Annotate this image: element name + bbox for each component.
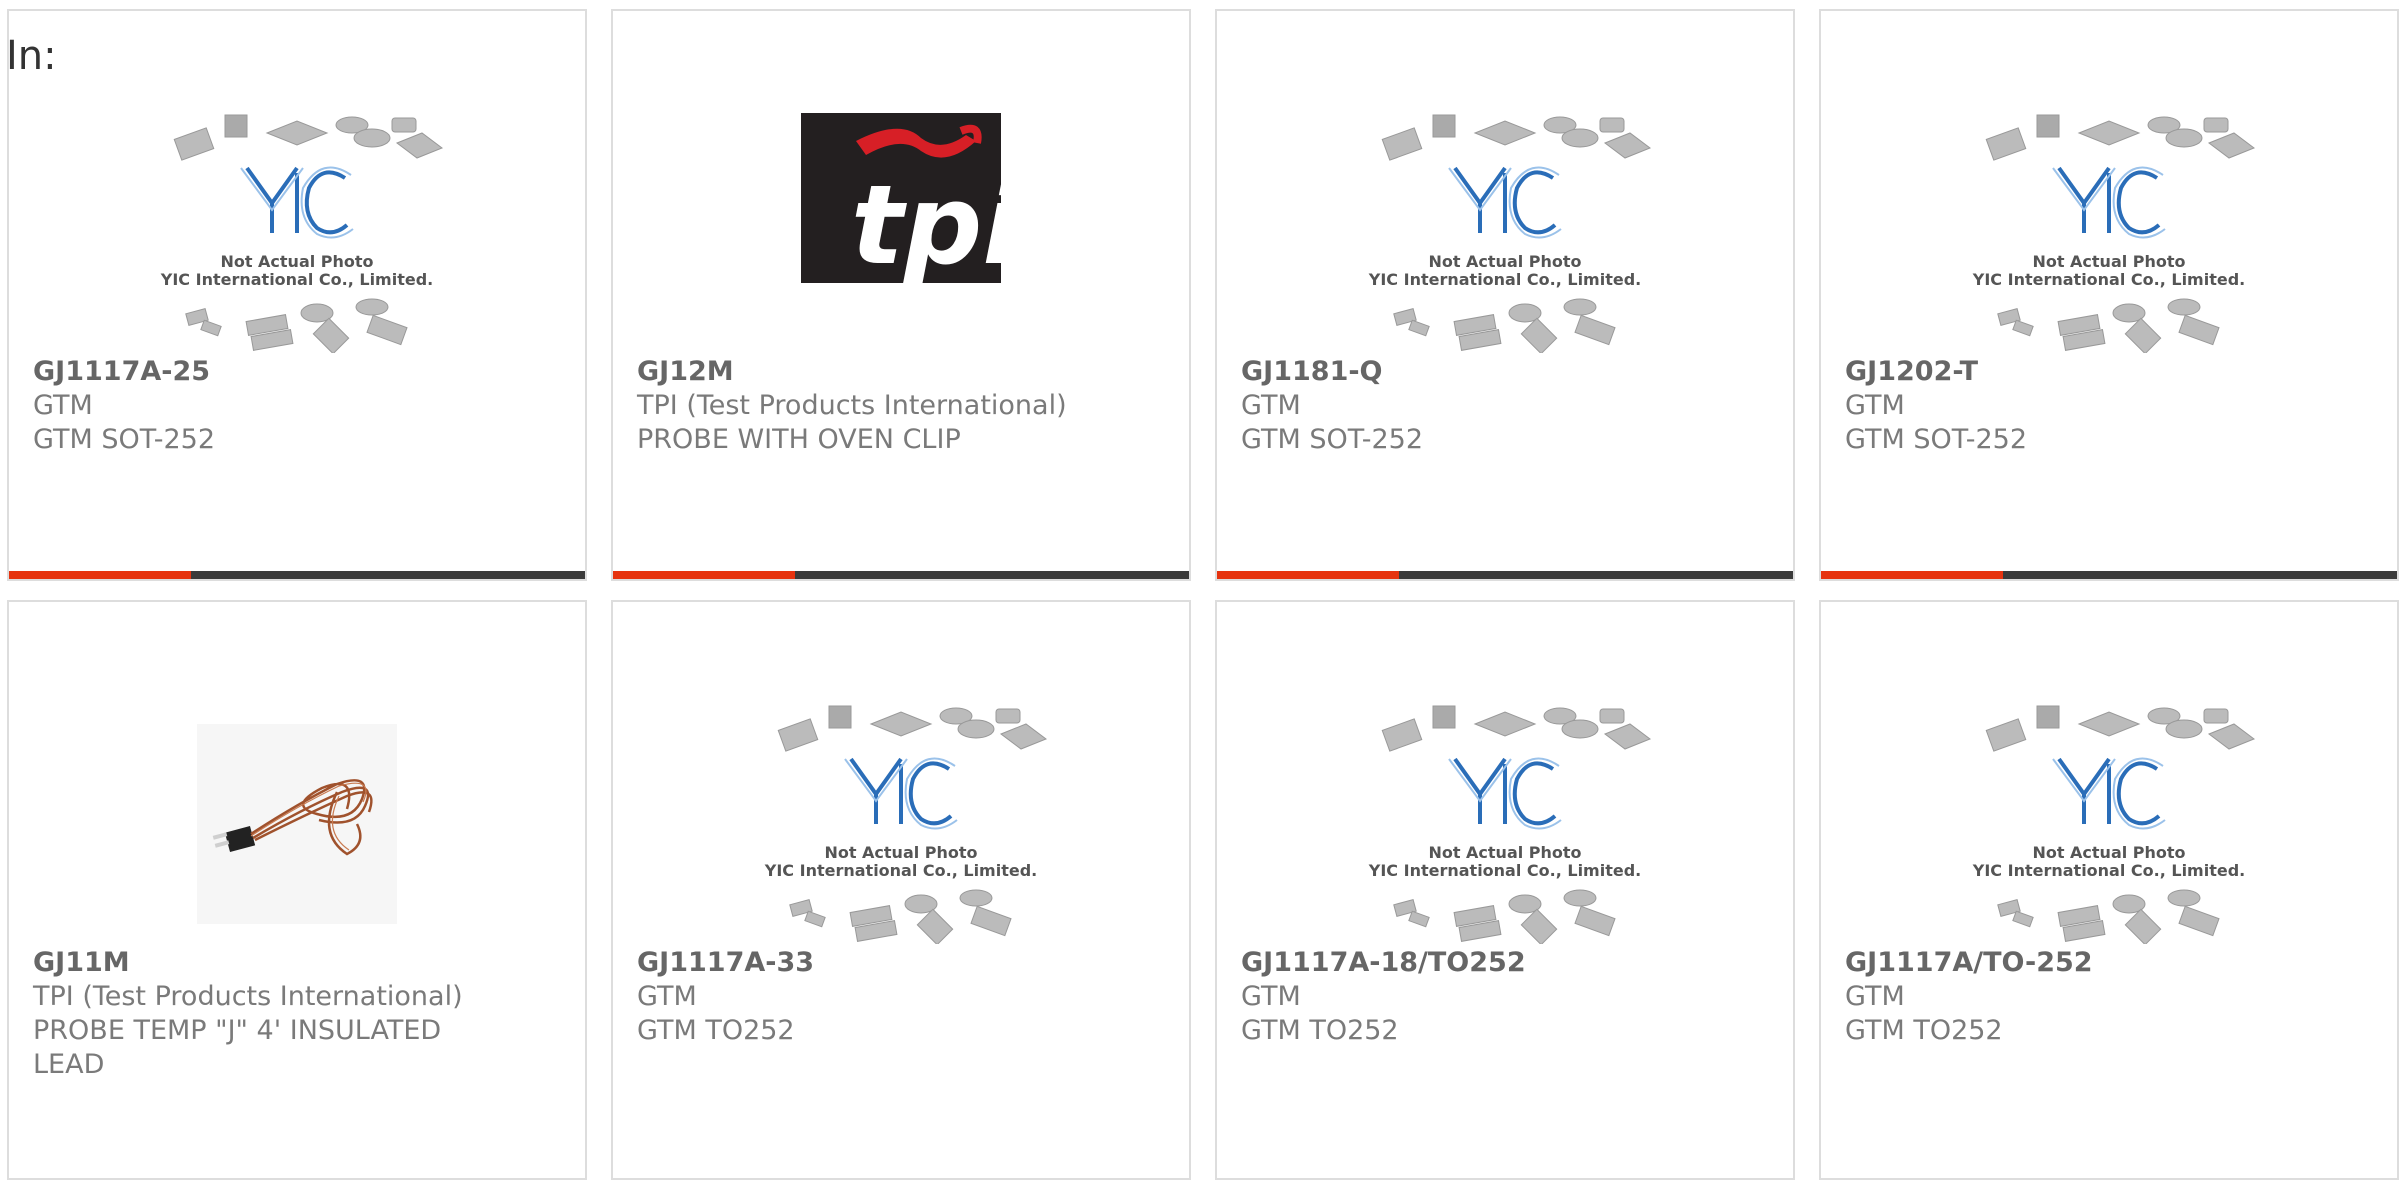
part-number-link[interactable]: GJ1117A-33	[637, 946, 1169, 980]
yic-placeholder-image: Not Actual Photo YIC International Co., …	[1368, 705, 1652, 944]
placeholder-caption-1: Not Actual Photo	[1428, 843, 1581, 862]
probe-photo-image	[197, 724, 397, 924]
card-bottom-bar	[1821, 571, 2397, 579]
manufacturer: TPI (Test Products International)	[33, 981, 463, 1012]
yic-placeholder-image: Not Actual Photo YIC International Co., …	[160, 114, 444, 353]
placeholder-caption-1: Not Actual Photo	[2032, 843, 2185, 862]
product-card[interactable]: Not Actual Photo YIC International Co., …	[1819, 600, 2399, 1180]
description: GTM TO252	[637, 1015, 795, 1046]
description: GTM SOT-252	[33, 424, 216, 455]
product-card[interactable]: Not Actual Photo YIC International Co., …	[7, 9, 587, 581]
card-accent-bar	[9, 571, 191, 579]
yic-placeholder-image: Not Actual Photo YIC International Co., …	[1368, 114, 1652, 353]
description: PROBE TEMP "J" 4' INSULATED LEAD	[33, 1015, 442, 1080]
part-number-link[interactable]: GJ1117A/TO-252	[1845, 946, 2377, 980]
part-number-link[interactable]: GJ12M	[637, 355, 1169, 389]
card-bottom-bar	[613, 571, 1189, 579]
product-grid: Not Actual Photo YIC International Co., …	[0, 0, 2400, 1180]
product-card[interactable]: Not Actual Photo YIC International Co., …	[1819, 9, 2399, 581]
manufacturer: GTM	[33, 390, 93, 421]
product-info: GJ1202-T GTM GTM SOT-252	[1845, 355, 2377, 457]
product-info: GJ1181-Q GTM GTM SOT-252	[1241, 355, 1773, 457]
yic-placeholder-image: Not Actual Photo YIC International Co., …	[1972, 705, 2256, 944]
placeholder-caption-2: YIC International Co., Limited.	[1972, 861, 2245, 880]
product-info: GJ11M TPI (Test Products International) …	[33, 946, 565, 1082]
product-card[interactable]: Not Actual Photo YIC International Co., …	[1215, 600, 1795, 1180]
tpi-logo-text: tpi	[851, 161, 1021, 289]
product-info: GJ1117A-33 GTM GTM TO252	[637, 946, 1169, 1048]
product-card[interactable]: Not Actual Photo YIC International Co., …	[611, 600, 1191, 1180]
part-number-link[interactable]: GJ1117A-25	[33, 355, 565, 389]
product-info: GJ12M TPI (Test Products International) …	[637, 355, 1169, 457]
placeholder-caption-2: YIC International Co., Limited.	[1368, 861, 1641, 880]
card-accent-bar	[1821, 571, 2003, 579]
product-info: GJ1117A/TO-252 GTM GTM TO252	[1845, 946, 2377, 1048]
yic-placeholder-image: Not Actual Photo YIC International Co., …	[764, 705, 1048, 944]
part-number-link[interactable]: GJ11M	[33, 946, 565, 980]
manufacturer: GTM	[637, 981, 697, 1012]
yic-placeholder-image: Not Actual Photo YIC International Co., …	[1972, 114, 2256, 353]
description: PROBE WITH OVEN CLIP	[637, 424, 961, 455]
placeholder-caption-2: YIC International Co., Limited.	[764, 861, 1037, 880]
placeholder-caption-2: YIC International Co., Limited.	[1368, 270, 1641, 289]
placeholder-caption-2: YIC International Co., Limited.	[1972, 270, 2245, 289]
card-bottom-bar	[9, 571, 585, 579]
description: GTM TO252	[1845, 1015, 2003, 1046]
in-label: In:	[6, 33, 57, 79]
placeholder-caption-1: Not Actual Photo	[2032, 252, 2185, 271]
part-number-link[interactable]: GJ1202-T	[1845, 355, 2377, 389]
tpi-logo-image: tpi	[801, 113, 1021, 289]
product-image[interactable]: Not Actual Photo YIC International Co., …	[613, 684, 1189, 944]
card-accent-bar	[1217, 571, 1399, 579]
description: GTM SOT-252	[1845, 424, 2028, 455]
manufacturer: GTM	[1241, 981, 1301, 1012]
product-card[interactable]: GJ11M TPI (Test Products International) …	[7, 600, 587, 1180]
product-image[interactable]: Not Actual Photo YIC International Co., …	[9, 93, 585, 353]
product-info: GJ1117A-18/TO252 GTM GTM TO252	[1241, 946, 1773, 1048]
card-accent-bar	[613, 571, 795, 579]
product-image[interactable]: Not Actual Photo YIC International Co., …	[1821, 93, 2397, 353]
card-bottom-bar	[1217, 571, 1793, 579]
product-card[interactable]: tpi GJ12M TPI (Test Products Internation…	[611, 9, 1191, 581]
manufacturer: TPI (Test Products International)	[637, 390, 1067, 421]
manufacturer: GTM	[1241, 390, 1301, 421]
product-image[interactable]: Not Actual Photo YIC International Co., …	[1217, 684, 1793, 944]
placeholder-caption-1: Not Actual Photo	[1428, 252, 1581, 271]
manufacturer: GTM	[1845, 390, 1905, 421]
product-image[interactable]: tpi	[613, 93, 1189, 353]
manufacturer: GTM	[1845, 981, 1905, 1012]
part-number-link[interactable]: GJ1117A-18/TO252	[1241, 946, 1773, 980]
description: GTM SOT-252	[1241, 424, 1424, 455]
placeholder-caption-2: YIC International Co., Limited.	[160, 270, 433, 289]
product-image[interactable]: Not Actual Photo YIC International Co., …	[1217, 93, 1793, 353]
product-card[interactable]: Not Actual Photo YIC International Co., …	[1215, 9, 1795, 581]
description: GTM TO252	[1241, 1015, 1399, 1046]
product-image[interactable]: Not Actual Photo YIC International Co., …	[1821, 684, 2397, 944]
product-info: GJ1117A-25 GTM GTM SOT-252	[33, 355, 565, 457]
placeholder-caption-1: Not Actual Photo	[824, 843, 977, 862]
product-image[interactable]	[9, 684, 585, 944]
placeholder-caption-1: Not Actual Photo	[220, 252, 373, 271]
part-number-link[interactable]: GJ1181-Q	[1241, 355, 1773, 389]
